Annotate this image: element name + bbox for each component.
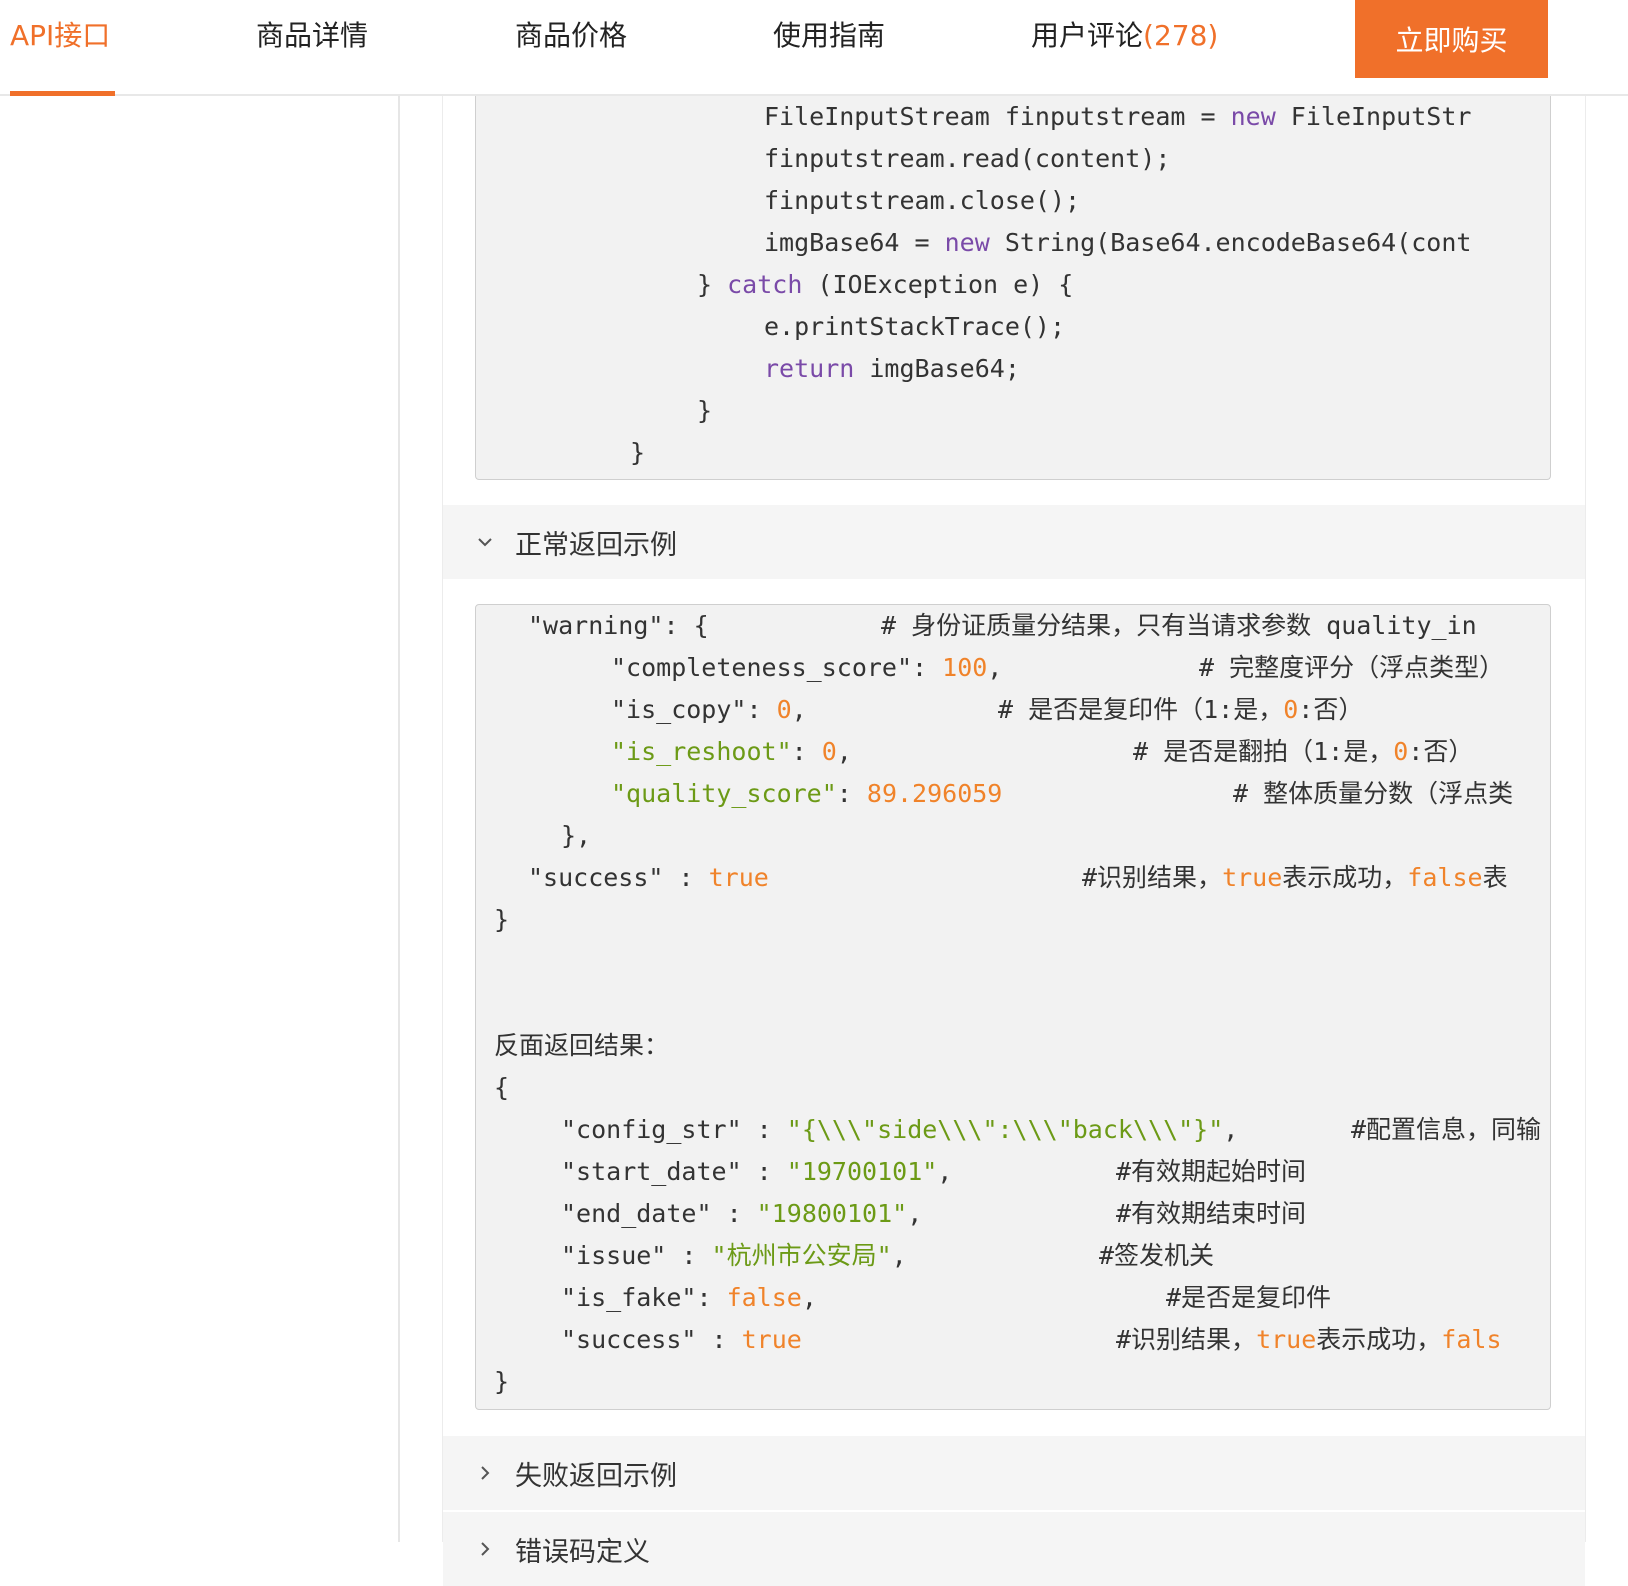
code-line: { (494, 1073, 510, 1102)
review-count: (278) (1143, 19, 1219, 52)
code-line: "is_fake": false, (561, 1283, 817, 1312)
back-result-title: 反面返回结果： (494, 1031, 670, 1060)
code-line: "is_copy": 0, (611, 695, 807, 724)
code-line: "is_reshoot": 0, (611, 737, 852, 766)
code-comment: #有效期结束时间 (1116, 1199, 1307, 1228)
code-line: }, (561, 821, 592, 850)
code-line: "config_str" : "{\\\"side\\\":\\\"back\\… (561, 1115, 1239, 1144)
chevron-right-icon (473, 1537, 497, 1561)
section-normal-response-label: 正常返回示例 (515, 529, 677, 561)
code-comment: # 身份证质量分结果，只有当请求参数 quality_in (881, 611, 1477, 640)
code-line: "quality_score": 89.296059 (611, 779, 1003, 808)
code-comment: #识别结果，true表示成功，fals (1116, 1325, 1502, 1354)
code-comment: #是否是复印件 (1166, 1283, 1332, 1312)
chevron-right-icon (473, 1461, 497, 1485)
response-code-block: "warning": { # 身份证质量分结果，只有当请求参数 quality_… (475, 604, 1551, 1410)
code-line: } (494, 1367, 510, 1396)
code-comment: # 是否是翻拍（1:是，0:否） (1133, 737, 1474, 766)
code-line: e.printStackTrace(); (764, 312, 1066, 341)
code-line: "warning": { (528, 611, 709, 640)
section-error-codes-label: 错误码定义 (515, 1536, 650, 1568)
tab-usage-guide[interactable]: 使用指南 (773, 18, 885, 54)
code-line: } (697, 396, 713, 425)
code-comment: #签发机关 (1099, 1241, 1215, 1270)
tab-product-details[interactable]: 商品详情 (256, 18, 368, 54)
code-line: } (494, 905, 510, 934)
code-line: "end_date" : "19800101", (561, 1199, 923, 1228)
code-comment: # 整体质量分数（浮点类 (1233, 779, 1514, 808)
code-line: "completeness_score": 100, (611, 653, 1003, 682)
section-failure-response-header[interactable]: 失败返回示例 (443, 1436, 1585, 1510)
tab-api[interactable]: API接口 (10, 18, 110, 54)
tab-user-reviews[interactable]: 用户评论(278) (1031, 18, 1218, 54)
code-line: finputstream.read(content); (764, 144, 1171, 173)
code-line: } catch (IOException e) { (697, 270, 1074, 299)
code-comment: # 是否是复印件（1:是，0:否） (998, 695, 1364, 724)
code-line: } (630, 438, 646, 467)
buy-now-button[interactable]: 立即购买 (1355, 0, 1548, 78)
section-normal-response-header[interactable]: 正常返回示例 (443, 505, 1585, 579)
code-line: imgBase64 = new String(Base64.encodeBase… (764, 228, 1472, 257)
left-sidebar (0, 96, 400, 1542)
code-line: return imgBase64; (764, 354, 1020, 383)
top-nav: API接口 商品详情 商品价格 使用指南 用户评论(278) 立即购买 (0, 0, 1628, 96)
chevron-down-icon (473, 530, 497, 554)
code-comment: #有效期起始时间 (1116, 1157, 1307, 1186)
code-comment: #配置信息，同输 (1351, 1115, 1542, 1144)
code-line: finputstream.close(); (764, 186, 1081, 215)
code-comment: #识别结果，true表示成功，false表 (1082, 863, 1508, 892)
code-line: "start_date" : "19700101", (561, 1157, 953, 1186)
code-line: "success" : true (561, 1325, 802, 1354)
section-failure-response-label: 失败返回示例 (515, 1460, 677, 1492)
code-line: FileInputStream finputstream = new FileI… (764, 102, 1472, 131)
tab-product-price[interactable]: 商品价格 (515, 18, 627, 54)
code-comment: # 完整度评分（浮点类型） (1199, 653, 1505, 682)
tab-user-reviews-label: 用户评论 (1031, 19, 1144, 52)
section-error-codes-header[interactable]: 错误码定义 (443, 1512, 1585, 1586)
code-line: "issue" : "杭州市公安局", (561, 1241, 907, 1270)
request-code-block: FileInputStream finputstream = new FileI… (475, 96, 1551, 480)
code-line: "success" : true (528, 863, 769, 892)
